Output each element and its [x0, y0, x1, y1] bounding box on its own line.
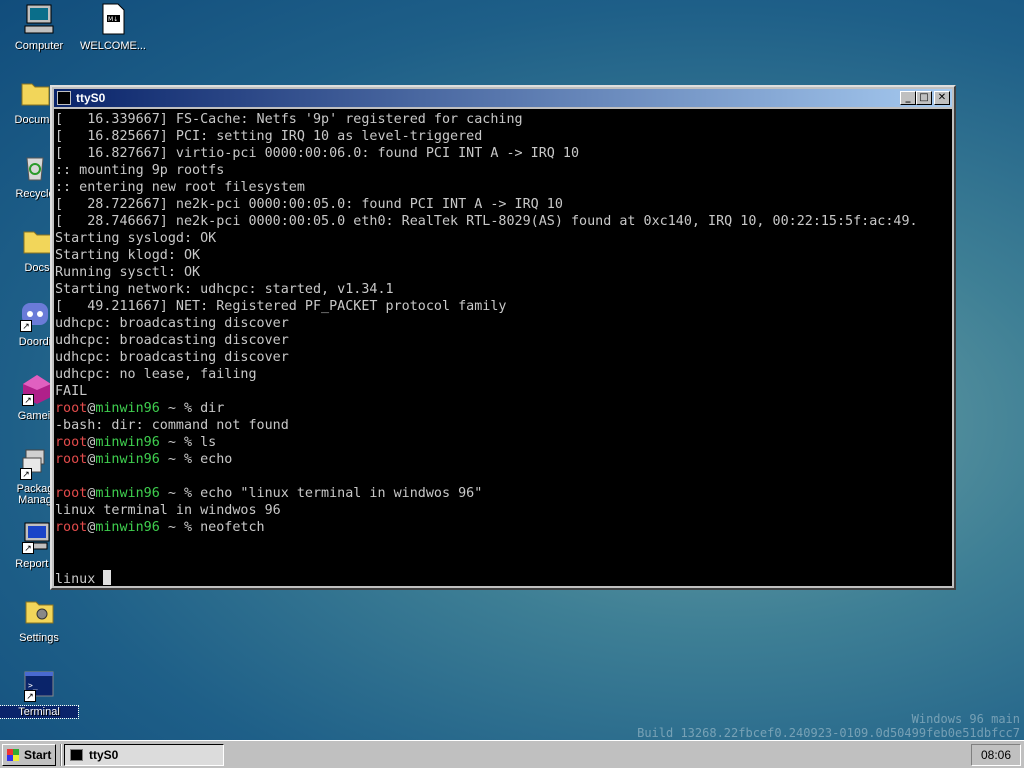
prompt-command: dir — [200, 401, 225, 416]
taskbar-item-ttys0[interactable]: ttyS0 — [64, 744, 224, 766]
prompt-user: root — [55, 452, 88, 467]
prompt-user: root — [55, 486, 88, 501]
desktop-icon-terminal[interactable]: >_ ↗ Terminal — [0, 668, 79, 719]
prompt-host: minwin96 — [95, 520, 160, 535]
prompt-host: minwin96 — [95, 435, 160, 450]
shortcut-arrow-icon: ↗ — [20, 468, 32, 480]
desktop-icon-label: Terminal — [0, 705, 79, 719]
prompt-user: root — [55, 520, 88, 535]
terminal-line: Starting syslogd: OK — [55, 231, 217, 246]
terminal-line: :: mounting 9p rootfs — [55, 163, 225, 178]
terminal-line: Running sysctl: OK — [55, 265, 201, 280]
terminal-line: udhcpc: broadcasting discover — [55, 316, 289, 331]
prompt-user: root — [55, 435, 88, 450]
package-manager-icon: ↗ — [18, 446, 52, 480]
prompt-host: minwin96 — [95, 401, 160, 416]
shortcut-arrow-icon: ↗ — [22, 394, 34, 406]
taskbar: Start ttyS0 08:06 — [0, 740, 1024, 768]
watermark-line: Windows 96 main — [911, 712, 1020, 726]
prompt-user: root — [55, 401, 88, 416]
terminal-line: [ 28.722667] ne2k-pci 0000:00:05.0: foun… — [55, 197, 563, 212]
prompt-path: ~ % — [159, 520, 201, 535]
svg-text:>_: >_ — [28, 681, 38, 690]
terminal-line: :: entering new root filesystem — [55, 180, 305, 195]
markdown-file-icon: M↓ — [96, 2, 130, 36]
shortcut-arrow-icon: ↗ — [22, 542, 34, 554]
terminal-app-icon — [70, 749, 83, 761]
taskbar-separator — [60, 744, 62, 766]
prompt-command: neofetch — [200, 520, 265, 535]
prompt-command: echo — [200, 452, 233, 467]
taskbar-item-label: ttyS0 — [89, 748, 119, 762]
terminal-app-icon — [57, 91, 71, 105]
settings-icon — [22, 594, 56, 628]
prompt-path: ~ % — [159, 401, 201, 416]
desktop-icon-label: Settings — [19, 632, 59, 644]
terminal-prompt-line: root@minwin96 ~ % ls — [55, 434, 952, 451]
terminal-line: [ 49.211667] NET: Registered PF_PACKET p… — [55, 299, 507, 314]
desktop-icon-settings[interactable]: Settings — [0, 594, 78, 644]
terminal-line: -bash: dir: command not found — [55, 418, 289, 433]
prompt-command: echo "linux terminal in windwos 96" — [200, 486, 483, 501]
terminal-line: udhcpc: broadcasting discover — [55, 350, 289, 365]
text-cursor — [103, 570, 112, 585]
terminal-icon: >_ ↗ — [22, 668, 56, 702]
computer-icon — [22, 2, 56, 36]
terminal-input-text[interactable]: linux — [55, 572, 103, 586]
terminal-line: Starting network: udhcpc: started, v1.34… — [55, 282, 394, 297]
start-label: Start — [24, 748, 52, 762]
prompt-path: ~ % — [159, 452, 201, 467]
shortcut-arrow-icon: ↗ — [20, 320, 32, 332]
terminal-line: udhcpc: no lease, failing — [55, 367, 257, 382]
terminal-line: udhcpc: broadcasting discover — [55, 333, 289, 348]
window-titlebar[interactable]: ttyS0 _ □ ✕ — [54, 89, 952, 107]
terminal-line: [ 16.825667] PCI: setting IRQ 10 as leve… — [55, 129, 483, 144]
terminal-output[interactable]: [ 16.339667] FS-Cache: Netfs '9p' regist… — [54, 109, 952, 586]
terminal-line: [ 16.827667] virtio-pci 0000:00:06.0: fo… — [55, 146, 580, 161]
report-icon: ↗ — [20, 520, 54, 554]
desktop-icon-welcome[interactable]: M↓ WELCOME... — [74, 2, 152, 52]
terminal-window[interactable]: ttyS0 _ □ ✕ [ 16.339667] FS-Cache: Netfs… — [50, 85, 956, 590]
terminal-line: [ 28.746667] ne2k-pci 0000:00:05.0 eth0:… — [55, 214, 918, 229]
recycle-bin-icon — [18, 150, 52, 184]
build-watermark: Windows 96 main Build 13268.22fbcef0.240… — [637, 712, 1020, 740]
folder-icon — [18, 76, 52, 110]
terminal-prompt-line: root@minwin96 ~ % neofetch — [55, 519, 952, 536]
terminal-prompt-line: root@minwin96 ~ % echo "linux terminal i… — [55, 485, 952, 502]
terminal-line: linux terminal in windwos 96 — [55, 503, 281, 518]
prompt-host: minwin96 — [95, 452, 160, 467]
terminal-input-line[interactable]: linux — [55, 570, 952, 586]
maximize-button[interactable]: □ — [916, 91, 932, 105]
discord-icon: ↗ — [18, 298, 52, 332]
prompt-host: minwin96 — [95, 486, 160, 501]
desktop-icon-label: Computer — [14, 40, 64, 52]
svg-text:M↓: M↓ — [108, 16, 118, 23]
close-button[interactable]: ✕ — [934, 91, 950, 105]
start-button[interactable]: Start — [2, 744, 56, 766]
prompt-path: ~ % — [159, 435, 201, 450]
terminal-prompt-line: root@minwin96 ~ % echo — [55, 451, 952, 468]
desktop-icon-computer[interactable]: Computer — [0, 2, 78, 52]
desktop-icon-label: WELCOME... — [79, 40, 146, 52]
system-tray-clock: 08:06 — [971, 744, 1021, 766]
terminal-line: [ 16.339667] FS-Cache: Netfs '9p' regist… — [55, 112, 523, 127]
terminal-prompt-line: root@minwin96 ~ % dir — [55, 400, 952, 417]
minimize-button[interactable]: _ — [900, 91, 916, 105]
watermark-line: Build 13268.22fbcef0.240923-0109.0d50499… — [637, 726, 1020, 740]
shortcut-arrow-icon: ↗ — [24, 690, 36, 702]
folder-icon — [20, 224, 54, 258]
terminal-line: FAIL — [55, 384, 88, 399]
prompt-command: ls — [200, 435, 217, 450]
gamepad-icon: ↗ — [20, 372, 54, 406]
window-title: ttyS0 — [76, 91, 106, 105]
terminal-line: Starting klogd: OK — [55, 248, 201, 263]
prompt-path: ~ % — [159, 486, 201, 501]
windows-logo-icon — [7, 749, 19, 761]
